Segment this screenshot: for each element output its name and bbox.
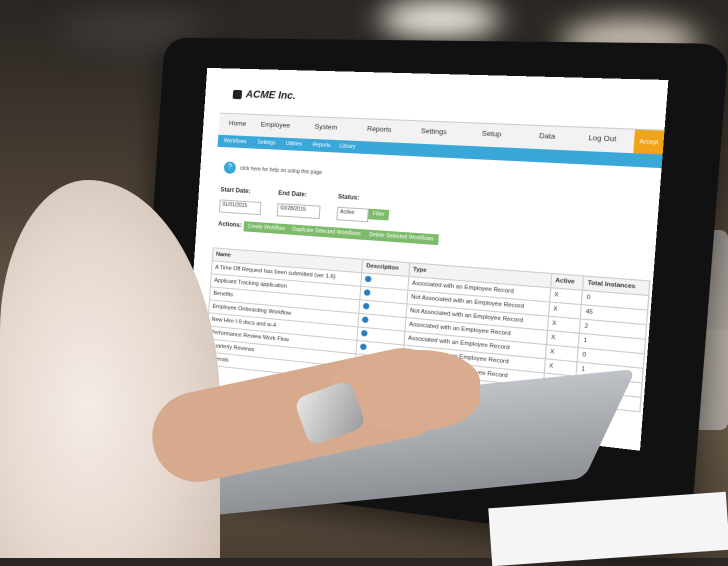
info-icon[interactable]	[360, 343, 368, 351]
help-text: click here for help on using this page	[239, 165, 323, 177]
menu-logout[interactable]: Log Out	[588, 135, 616, 144]
menu-data[interactable]: Data	[539, 133, 556, 141]
subnav-utilities[interactable]: Utilities	[286, 141, 303, 148]
end-date-label: End Date:	[278, 190, 308, 199]
info-icon[interactable]	[362, 316, 370, 324]
menu-settings[interactable]: Settings	[421, 128, 447, 137]
subnav-library[interactable]: Library	[339, 143, 356, 150]
create-workflow-button[interactable]: Create Workflow	[243, 221, 290, 235]
background-light	[380, 0, 500, 40]
delete-workflows-button[interactable]: Delete Selected Workflows	[364, 229, 439, 246]
subnav-workflows[interactable]: Workflows	[224, 138, 247, 145]
accept-button[interactable]: Accept	[633, 129, 665, 156]
menu-setup[interactable]: Setup	[482, 130, 502, 138]
company-name: ACME Inc.	[245, 89, 297, 103]
start-date-label: Start Date:	[220, 187, 251, 196]
actions-label: Actions:	[217, 221, 242, 230]
info-icon[interactable]	[365, 275, 372, 283]
start-date-input[interactable]: 01/01/2015	[218, 199, 262, 216]
menu-reports[interactable]: Reports	[367, 126, 392, 134]
info-icon[interactable]	[364, 289, 372, 297]
filter-button[interactable]: Filter	[368, 208, 390, 221]
status-label: Status:	[337, 194, 360, 202]
duplicate-workflows-button[interactable]: Duplicate Selected Workflows	[287, 224, 366, 240]
menu-home[interactable]: Home	[229, 120, 247, 128]
end-date-input[interactable]: 03/28/2015	[276, 203, 321, 220]
info-icon[interactable]	[363, 302, 371, 310]
subnav-reports[interactable]: Reports	[312, 142, 331, 149]
help-icon: ?	[223, 161, 237, 175]
help-link[interactable]: ? click here for help on using this page	[223, 161, 323, 178]
hat-icon	[232, 89, 243, 100]
info-icon[interactable]	[361, 329, 369, 337]
menu-system[interactable]: System	[314, 124, 337, 132]
company-logo: ACME Inc.	[232, 89, 297, 103]
subnav-settings[interactable]: Settings	[257, 140, 276, 147]
status-select[interactable]: Active	[336, 206, 369, 223]
menu-employee[interactable]: Employee	[261, 121, 291, 129]
